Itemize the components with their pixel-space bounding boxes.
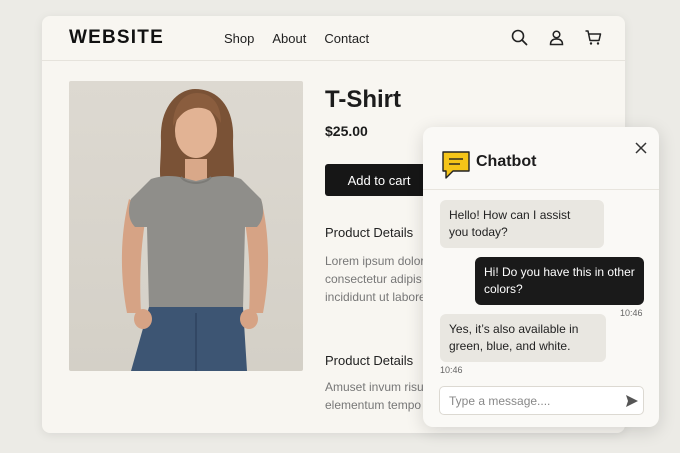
details-line: elementum tempo: [325, 398, 422, 412]
message-line: green, blue, and white.: [449, 339, 571, 353]
close-icon[interactable]: [635, 141, 647, 154]
details-line: incididunt ut labore: [325, 290, 426, 304]
chatbot-panel: Chatbot Hello! How can I assist you toda…: [423, 127, 659, 427]
search-icon[interactable]: [510, 28, 529, 47]
nav-icons: [510, 28, 603, 47]
nav-link-about[interactable]: About: [272, 31, 306, 46]
bot-message: Yes, it’s also available in green, blue,…: [440, 314, 606, 362]
chat-bubble-icon: [441, 150, 471, 180]
product-image[interactable]: [69, 81, 303, 371]
details-line: Lorem ipsum dolor: [325, 254, 425, 268]
user-icon[interactable]: [547, 28, 566, 47]
details-heading-1: Product Details: [325, 225, 414, 240]
details-line: consectetur adipis: [325, 272, 422, 286]
product-title: T-Shirt: [325, 86, 401, 113]
send-icon[interactable]: [625, 394, 639, 408]
message-line: colors?: [484, 282, 523, 296]
details-line: Amuset invum risu: [325, 380, 424, 394]
user-message: Hi! Do you have this in other colors?: [475, 257, 644, 305]
message-time: 10:46: [620, 308, 643, 318]
message-line: Hello! How can I assist: [449, 208, 571, 222]
message-input[interactable]: [439, 386, 644, 415]
message-time: 10:46: [440, 365, 463, 375]
chat-title: Chatbot: [476, 153, 537, 170]
message-line: Hi! Do you have this in other: [484, 265, 635, 279]
site-logo[interactable]: WEBSITE: [69, 27, 164, 49]
bot-message: Hello! How can I assist you today?: [440, 200, 604, 248]
chat-header: Chatbot: [423, 127, 659, 190]
nav-link-contact[interactable]: Contact: [324, 31, 369, 46]
nav-link-shop[interactable]: Shop: [224, 31, 254, 46]
nav-links: Shop About Contact: [224, 31, 387, 46]
message-line: Yes, it’s also available in: [449, 322, 579, 336]
product-price: $25.00: [325, 123, 368, 139]
message-line: you today?: [449, 225, 508, 239]
details-heading-2: Product Details: [325, 353, 414, 368]
cart-icon[interactable]: [584, 28, 603, 47]
add-to-cart-button[interactable]: Add to cart: [325, 164, 433, 196]
top-nav: WEBSITE Shop About Contact: [42, 16, 625, 61]
